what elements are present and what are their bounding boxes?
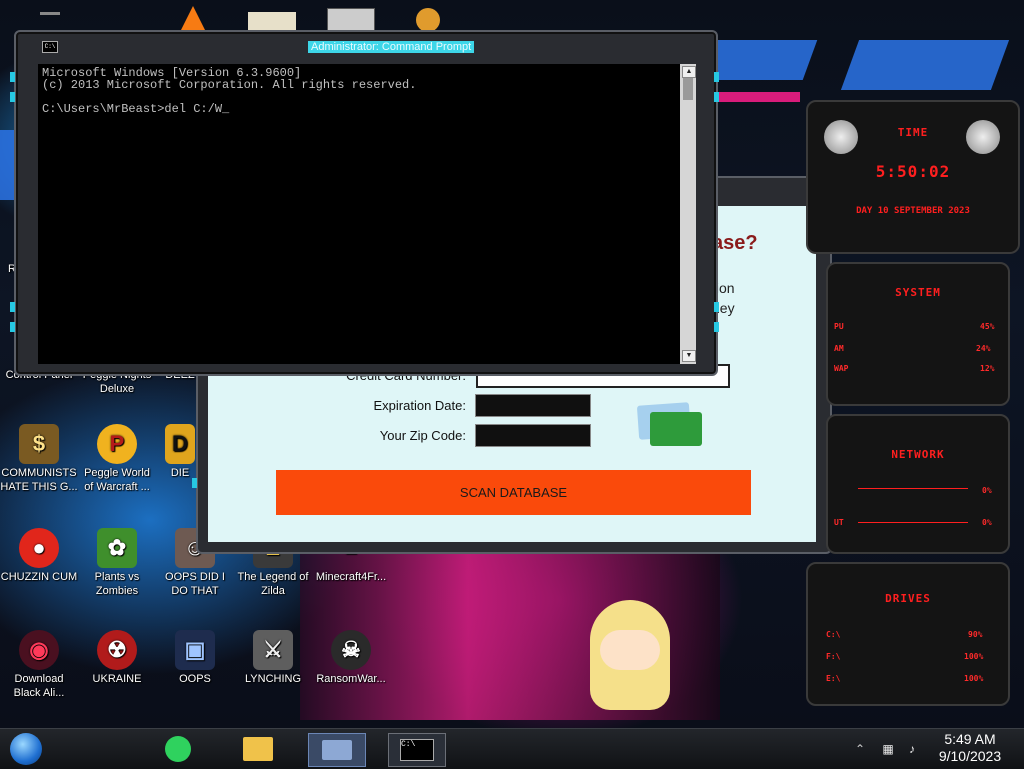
- network-out-value: 0%: [982, 518, 992, 527]
- expiration-date-input[interactable]: [475, 394, 591, 417]
- clock-time: 5:49 AM: [944, 731, 996, 747]
- drives-gadget: DRIVES C:\ 90% F:\ 100% E:\ 100%: [806, 562, 1010, 706]
- program-icon: ▣: [175, 630, 215, 670]
- knot-icon: ⚔: [253, 630, 293, 670]
- radiation-icon: ☢: [97, 630, 137, 670]
- desktop-icon-pvz[interactable]: ✿ Plants vs Zombies: [78, 528, 156, 598]
- expiration-date-label: Expiration Date:: [373, 398, 467, 413]
- console-prompt-line[interactable]: C:\Users\MrBeast>del C:/W_: [42, 102, 229, 116]
- desktop-icon-lynching[interactable]: ⚔ LYNCHING: [234, 630, 312, 686]
- money-bag-icon: $: [19, 424, 59, 464]
- chat-app-icon: [165, 736, 191, 762]
- folder-icon: [243, 737, 273, 761]
- time-gadget-clock: 5:50:02: [875, 162, 951, 181]
- frame-accent: [10, 302, 15, 312]
- start-button[interactable]: [8, 733, 44, 765]
- desktop-app-icon[interactable]: [416, 8, 440, 32]
- frame-accent: [10, 92, 15, 102]
- desktop-icon-ransomware[interactable]: ☠ RansomWar...: [312, 630, 390, 686]
- desktop-icon-oops[interactable]: ▣ OOPS: [156, 630, 234, 686]
- network-graph-line: [858, 488, 968, 489]
- scroll-down-icon[interactable]: ▼: [682, 350, 696, 362]
- taskbar-file-explorer[interactable]: [238, 733, 278, 765]
- cmd-scrollbar[interactable]: ▲ ▼: [680, 64, 696, 364]
- start-orb-icon: [10, 733, 42, 765]
- cpu-label: PU: [834, 322, 844, 331]
- ram-label: AM: [834, 344, 844, 353]
- cmd-console[interactable]: Microsoft Windows [Version 6.3.9600] (c)…: [38, 64, 696, 364]
- plant-icon: ✿: [97, 528, 137, 568]
- drive-c-value: 90%: [968, 630, 983, 639]
- swap-value: 12%: [980, 364, 995, 373]
- drives-gadget-title: DRIVES: [885, 592, 931, 605]
- taskbar-app-green[interactable]: [160, 733, 196, 765]
- swap-label: WAP: [834, 364, 849, 373]
- drive-c-label: C:\: [826, 630, 841, 639]
- desktop-icon-black-ali[interactable]: ◉ Download Black Ali...: [0, 630, 78, 700]
- command-prompt-window[interactable]: C:\ Administrator: Command Prompt Micros…: [10, 30, 719, 376]
- system-gadget-title: SYSTEM: [895, 286, 941, 299]
- wallpaper-character-face: [600, 630, 660, 670]
- frame-accent: [192, 478, 197, 488]
- cmd-taskbar-icon: C:\: [400, 739, 434, 761]
- frame-accent: [10, 322, 15, 332]
- desktop-icon-ukraine[interactable]: ☢ UKRAINE: [78, 630, 156, 686]
- frame-accent: [714, 322, 719, 332]
- scroll-up-icon[interactable]: ▲: [682, 66, 696, 78]
- frame-accent: [714, 92, 719, 102]
- zip-code-input[interactable]: [475, 424, 591, 447]
- scroll-thumb[interactable]: [683, 78, 693, 100]
- zip-code-label: Your Zip Code:: [379, 428, 466, 443]
- desktop-icon-chuzzin[interactable]: ● CHUZZIN CUM: [0, 528, 78, 584]
- console-line: (c) 2013 Microsoft Corporation. All righ…: [42, 78, 417, 92]
- desktop-icon-die[interactable]: D DIE: [160, 424, 200, 480]
- scan-database-button[interactable]: SCAN DATABASE: [276, 470, 751, 515]
- skull-icon: ☠: [331, 630, 371, 670]
- scam-heading: ase?: [712, 232, 758, 254]
- taskbar-command-prompt[interactable]: C:\: [388, 733, 446, 767]
- time-gadget-title: TIME: [897, 126, 929, 139]
- frame-accent: [10, 72, 15, 82]
- cmd-window-icon: C:\: [42, 41, 58, 53]
- peggle-icon: P: [97, 424, 137, 464]
- credit-card-icon: [650, 412, 702, 446]
- cmd-window-title: Administrator: Command Prompt: [308, 41, 475, 53]
- network-gadget: NETWORK 0% UT 0%: [826, 414, 1010, 554]
- drive-f-label: F:\: [826, 652, 841, 661]
- system-gadget: SYSTEM PU 45% AM 24% WAP 12%: [826, 262, 1010, 406]
- network-graph-line: [858, 522, 968, 523]
- clock-date: 9/10/2023: [938, 748, 1002, 764]
- drive-f-value: 100%: [964, 652, 984, 661]
- network-out-label: UT: [834, 518, 844, 527]
- drive-e-label: E:\: [826, 674, 841, 683]
- network-gadget-title: NETWORK: [891, 448, 945, 461]
- ram-value: 24%: [976, 344, 991, 353]
- desktop-icon-communists[interactable]: $ COMMUNISTS HATE THIS G...: [0, 424, 78, 494]
- wallpaper-shape: [840, 40, 1010, 90]
- taskbar: C:\ ⌃ ▦ ♪ 5:49 AM 9/10/2023: [0, 728, 1024, 769]
- chuzzle-icon: ●: [19, 528, 59, 568]
- network-tray-icon[interactable]: ▦: [880, 733, 896, 765]
- volume-tray-icon[interactable]: ♪: [904, 733, 920, 765]
- time-gadget: TIME 5:50:02 DAY 10 SEPTEMBER 2023: [806, 100, 1020, 254]
- cpu-value: 45%: [980, 322, 995, 331]
- show-hidden-icons-icon[interactable]: ⌃: [850, 733, 870, 765]
- alien-icon: ◉: [19, 630, 59, 670]
- desktop-icon-peggle-wow[interactable]: P Peggle World of Warcraft ...: [78, 424, 156, 494]
- drive-e-value: 100%: [964, 674, 984, 683]
- die-icon: D: [165, 424, 195, 464]
- network-in-value: 0%: [982, 486, 992, 495]
- frame-accent: [714, 72, 719, 82]
- time-gadget-date: DAY 10 SEPTEMBER 2023: [856, 206, 970, 216]
- cmd-titlebar[interactable]: C:\ Administrator: Command Prompt: [34, 38, 696, 56]
- frame-accent: [714, 302, 719, 312]
- taskbar-clock[interactable]: 5:49 AM 9/10/2023: [930, 731, 1010, 765]
- card-app-icon: [322, 740, 352, 760]
- taskbar-scam-app[interactable]: [308, 733, 366, 767]
